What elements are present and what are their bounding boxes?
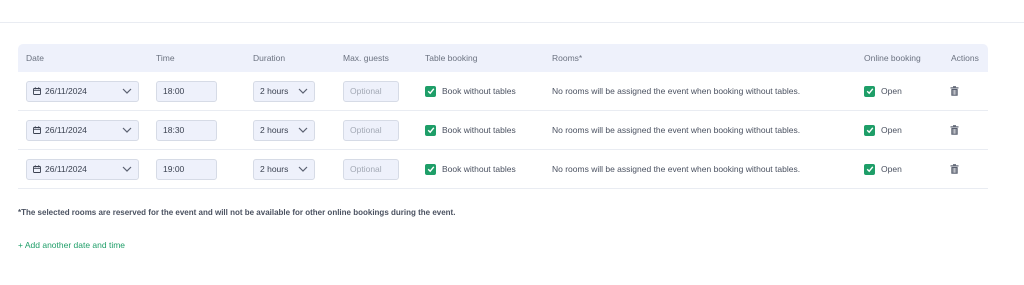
checkmark-icon (427, 166, 434, 173)
rooms-text: No rooms will be assigned the event when… (552, 86, 801, 96)
book-without-tables-label: Book without tables (442, 86, 516, 96)
header-actions: Actions (951, 53, 979, 63)
top-divider (0, 22, 1024, 23)
calendar-icon (33, 165, 41, 173)
chevron-down-icon (122, 166, 132, 172)
table-row: 26/11/2024 18:00 2 hours Optional Book w… (18, 72, 988, 111)
book-without-tables-label: Book without tables (442, 125, 516, 135)
checkmark-icon (866, 88, 873, 95)
book-without-tables-checkbox[interactable] (425, 163, 436, 175)
max-guests-input[interactable]: Optional (343, 119, 399, 141)
book-without-tables-checkbox[interactable] (425, 85, 436, 97)
checkmark-icon (866, 127, 873, 134)
header-duration: Duration (253, 53, 286, 63)
max-guests-input[interactable]: Optional (343, 158, 399, 180)
date-value: 26/11/2024 (45, 125, 87, 135)
time-input[interactable]: 19:00 (156, 158, 217, 180)
chevron-down-icon (298, 166, 308, 172)
chevron-down-icon (298, 127, 308, 133)
table-row: 26/11/2024 18:30 2 hours Optional Book w… (18, 111, 988, 150)
header-time: Time (156, 53, 175, 63)
duration-select[interactable]: 2 hours (253, 80, 315, 102)
duration-select[interactable]: 2 hours (253, 119, 315, 141)
trash-icon[interactable] (950, 125, 959, 135)
chevron-down-icon (298, 88, 308, 94)
online-booking-label: Open (881, 86, 902, 96)
date-value: 26/11/2024 (45, 86, 87, 96)
event-dates-table: Date Time Duration Max. guests Table boo… (18, 44, 988, 189)
rooms-text: No rooms will be assigned the event when… (552, 125, 801, 135)
online-booking-label: Open (881, 164, 902, 174)
book-without-tables-label: Book without tables (442, 164, 516, 174)
date-picker[interactable]: 26/11/2024 (26, 158, 139, 180)
chevron-down-icon (122, 127, 132, 133)
duration-value: 2 hours (260, 164, 289, 174)
online-booking-label: Open (881, 125, 902, 135)
duration-value: 2 hours (260, 86, 289, 96)
online-booking-checkbox[interactable] (864, 85, 875, 97)
date-picker[interactable]: 26/11/2024 (26, 80, 139, 102)
online-booking-checkbox[interactable] (864, 163, 875, 175)
table-header: Date Time Duration Max. guests Table boo… (18, 44, 988, 72)
date-picker[interactable]: 26/11/2024 (26, 119, 139, 141)
checkmark-icon (866, 166, 873, 173)
date-value: 26/11/2024 (45, 164, 87, 174)
rooms-footnote: *The selected rooms are reserved for the… (18, 208, 456, 217)
chevron-down-icon (122, 88, 132, 94)
table-row: 26/11/2024 19:00 2 hours Optional Book w… (18, 150, 988, 189)
duration-value: 2 hours (260, 125, 289, 135)
header-date: Date (26, 53, 44, 63)
header-table-booking: Table booking (425, 53, 478, 63)
trash-icon[interactable] (950, 164, 959, 174)
calendar-icon (33, 87, 41, 95)
add-date-time-link[interactable]: + Add another date and time (18, 240, 125, 250)
header-online-booking: Online booking (864, 53, 921, 63)
checkmark-icon (427, 88, 434, 95)
checkmark-icon (427, 127, 434, 134)
duration-select[interactable]: 2 hours (253, 158, 315, 180)
header-rooms: Rooms* (552, 53, 583, 63)
max-guests-input[interactable]: Optional (343, 80, 399, 102)
book-without-tables-checkbox[interactable] (425, 124, 436, 136)
online-booking-checkbox[interactable] (864, 124, 875, 136)
time-input[interactable]: 18:00 (156, 80, 217, 102)
time-input[interactable]: 18:30 (156, 119, 217, 141)
rooms-text: No rooms will be assigned the event when… (552, 164, 801, 174)
calendar-icon (33, 126, 41, 134)
header-max-guests: Max. guests (343, 53, 389, 63)
trash-icon[interactable] (950, 86, 959, 96)
